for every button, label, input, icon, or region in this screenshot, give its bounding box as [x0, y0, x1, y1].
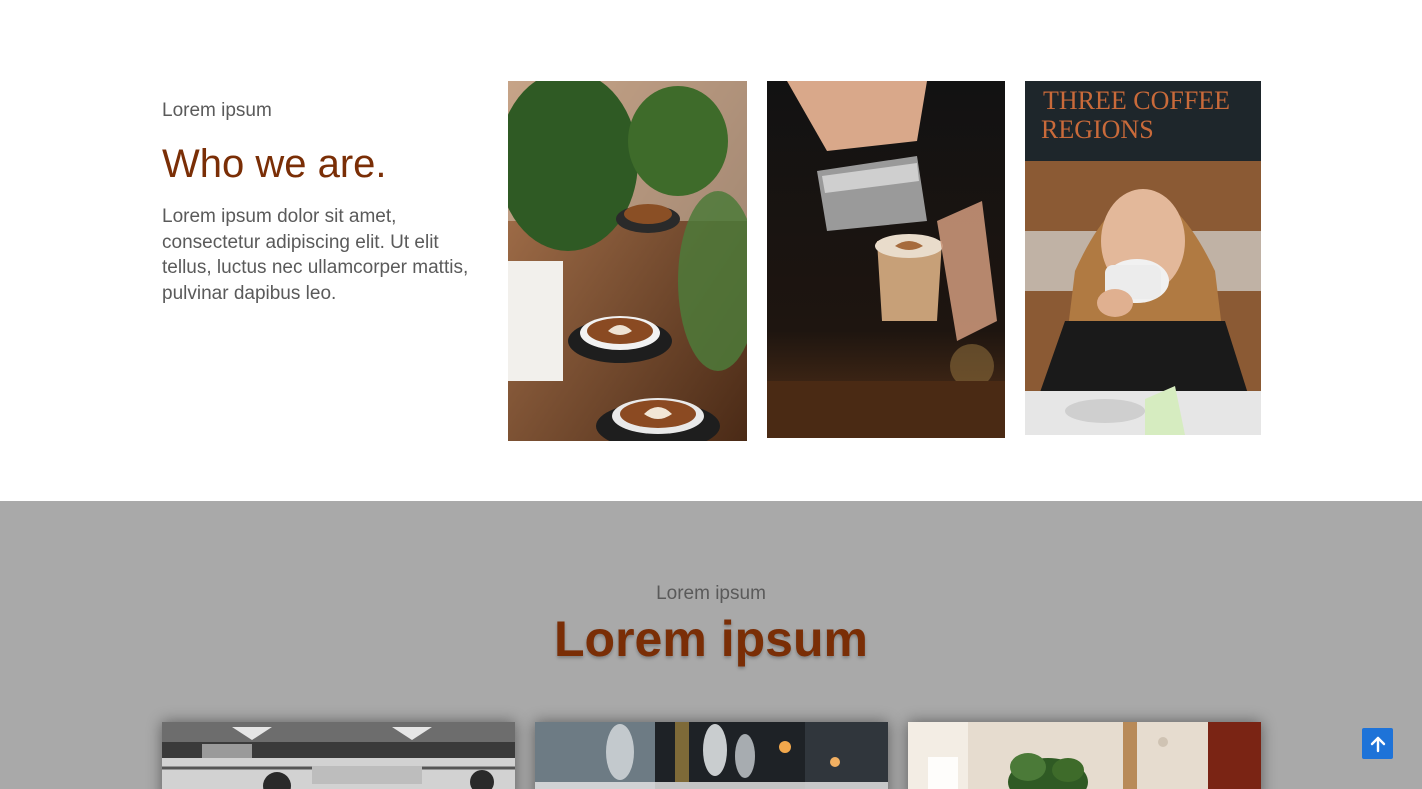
cafe-interior-photo [162, 722, 515, 789]
gallery-eyebrow: Lorem ipsum [656, 583, 766, 604]
about-description: Lorem ipsum dolor sit amet, consectetur … [162, 206, 469, 304]
plant-on-table-card[interactable] [908, 722, 1261, 789]
about-eyebrow: Lorem ipsum [162, 100, 272, 121]
about-text-block: Lorem ipsum Who we are. Lorem ipsum dolo… [162, 100, 472, 306]
sign-line-2: REGIONS [1041, 115, 1154, 144]
sign-line-1: THREE COFFEE [1043, 86, 1230, 115]
latte-cups-with-plants-photo [508, 81, 747, 441]
gallery-heading: Lorem ipsum [554, 611, 868, 667]
woman-drinking-coffee-photo: THREE COFFEE REGIONS [1025, 81, 1261, 435]
barista-pouring-latte-photo [767, 81, 1005, 438]
arrow-up-icon [1370, 736, 1385, 752]
scroll-to-top-button[interactable] [1362, 728, 1393, 759]
restaurant-glasses-card[interactable] [535, 722, 888, 789]
gallery-section: Lorem ipsum Lorem ipsum [0, 501, 1422, 789]
cafe-interior-card[interactable] [162, 722, 515, 789]
about-heading: Who we are. [162, 142, 387, 186]
restaurant-glasses-photo [535, 722, 888, 789]
about-section: Lorem ipsum Who we are. Lorem ipsum dolo… [0, 0, 1422, 501]
plant-on-table-photo [908, 722, 1261, 789]
